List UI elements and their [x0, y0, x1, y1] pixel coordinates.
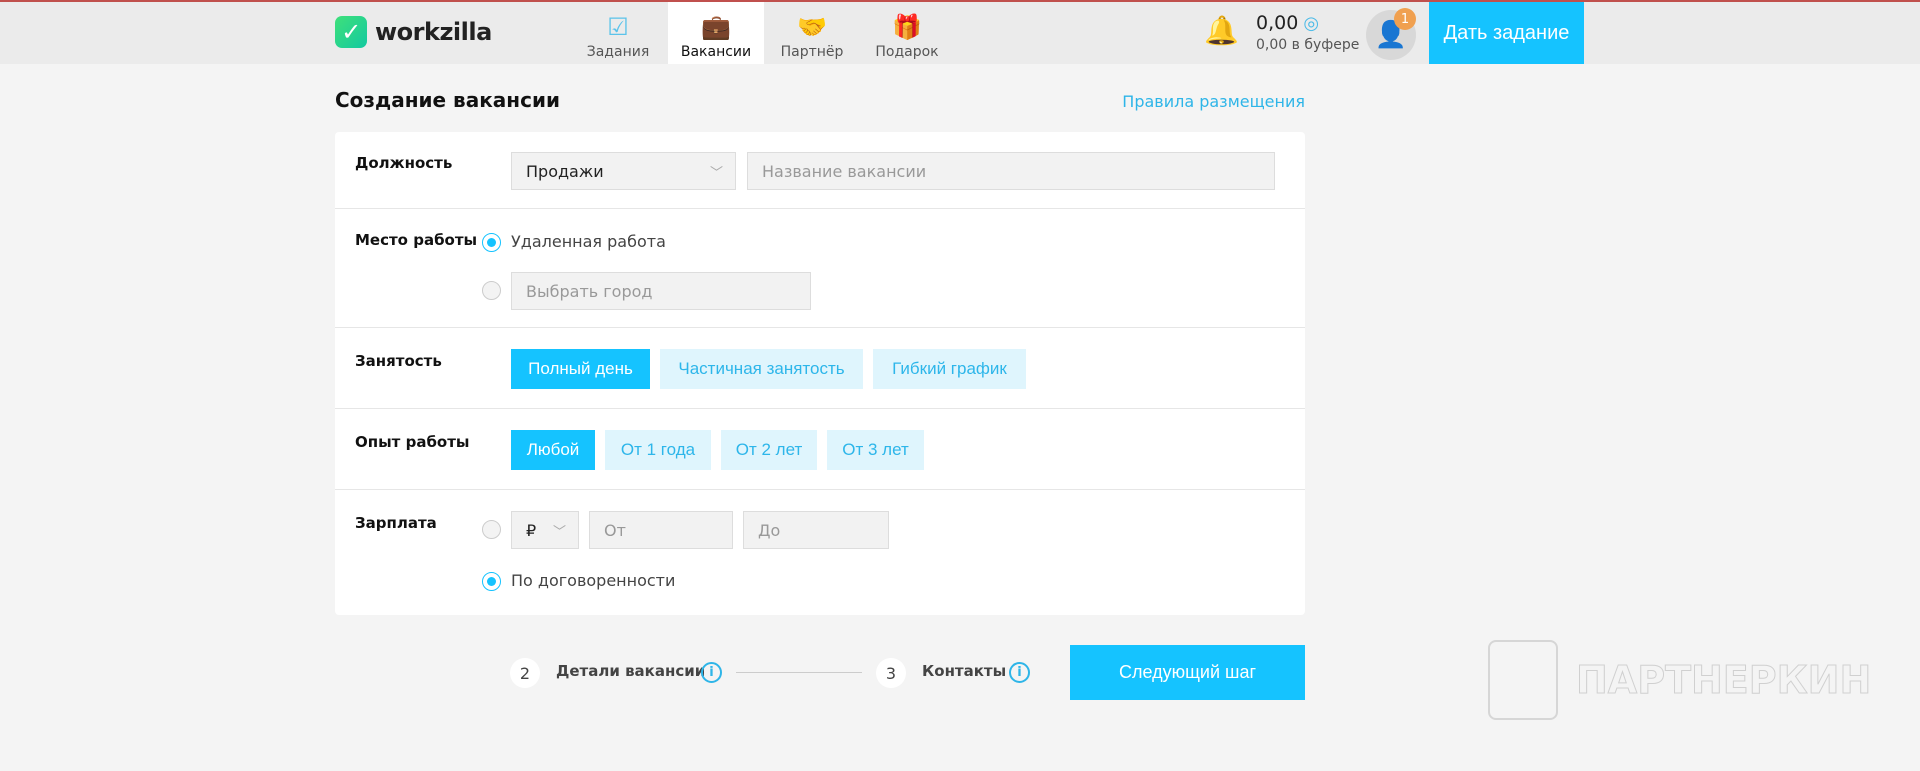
- salary-range-radio[interactable]: [482, 520, 501, 539]
- position-row: Должность Продажи ﹀ Название вакансии: [335, 132, 1305, 209]
- page-title: Создание вакансии: [335, 88, 560, 112]
- info-icon[interactable]: i: [1009, 662, 1030, 683]
- employment-full-day[interactable]: Полный день: [511, 349, 650, 389]
- experience-label: Опыт работы: [355, 433, 470, 451]
- salary-from-input[interactable]: От: [589, 511, 733, 549]
- logo[interactable]: ✓ workzilla: [335, 16, 492, 48]
- step-number: 3: [876, 658, 906, 688]
- vacancy-name-input[interactable]: Название вакансии: [747, 152, 1275, 190]
- step-label: Контакты: [922, 662, 1007, 680]
- coins-icon: ◎: [1303, 13, 1320, 34]
- chevron-down-icon: ﹀: [552, 524, 566, 540]
- step-label: Детали вакансии: [556, 662, 706, 680]
- location-row: Место работы Удаленная работа Выбрать го…: [335, 209, 1305, 328]
- city-input[interactable]: Выбрать город: [511, 272, 811, 310]
- salary-label: Зарплата: [355, 514, 437, 532]
- bell-icon[interactable]: 🔔: [1204, 14, 1239, 47]
- info-icon[interactable]: i: [701, 662, 722, 683]
- vacancy-form: Должность Продажи ﹀ Название вакансии Мес…: [335, 132, 1305, 615]
- city-radio[interactable]: [482, 281, 501, 300]
- gift-icon: 🎁: [892, 13, 922, 41]
- tab-vacancies[interactable]: 💼 Вакансии: [668, 2, 764, 64]
- remote-label: Удаленная работа: [511, 232, 666, 251]
- remote-radio[interactable]: [482, 233, 501, 252]
- experience-any[interactable]: Любой: [511, 430, 595, 470]
- checkbox-icon: ☑: [607, 13, 629, 41]
- give-task-button[interactable]: Дать задание: [1429, 2, 1584, 64]
- briefcase-icon: 💼: [701, 13, 731, 41]
- notification-badge: 1: [1394, 8, 1416, 30]
- rules-link[interactable]: Правила размещения: [1050, 92, 1305, 111]
- tab-tasks[interactable]: ☑ Задания: [578, 2, 658, 64]
- top-nav: ✓ workzilla ☑ Задания 💼 Вакансии 🤝 Партнёр 🎁…: [0, 0, 1920, 64]
- negotiable-label: По договоренности: [511, 571, 676, 590]
- position-label: Должность: [355, 154, 453, 172]
- salary-row: Зарплата ₽ ﹀ От До По договоренности: [335, 490, 1305, 615]
- employment-row: Занятость Полный день Частичная занятост…: [335, 328, 1305, 409]
- experience-2-years[interactable]: От 2 лет: [721, 430, 817, 470]
- experience-1-year[interactable]: От 1 года: [605, 430, 711, 470]
- employment-part-time[interactable]: Частичная занятость: [660, 349, 863, 389]
- step-number: 2: [510, 658, 540, 688]
- currency-select[interactable]: ₽ ﹀: [511, 511, 579, 549]
- next-step-button[interactable]: Следующий шаг: [1070, 645, 1305, 700]
- tab-gift[interactable]: 🎁 Подарок: [867, 2, 947, 64]
- employment-flexible[interactable]: Гибкий график: [873, 349, 1026, 389]
- category-select[interactable]: Продажи ﹀: [511, 152, 736, 190]
- watermark-logo-icon: [1488, 640, 1558, 720]
- logo-check-icon: ✓: [335, 16, 367, 48]
- step-divider: [736, 672, 862, 673]
- location-label: Место работы: [355, 231, 478, 249]
- experience-row: Опыт работы Любой От 1 года От 2 лет От …: [335, 409, 1305, 490]
- watermark: ПАРТНЕРКИН: [1488, 640, 1872, 720]
- salary-to-input[interactable]: До: [743, 511, 889, 549]
- handshake-icon: 🤝: [797, 13, 827, 41]
- experience-3-years[interactable]: От 3 лет: [827, 430, 924, 470]
- tab-partner[interactable]: 🤝 Партнёр: [772, 2, 852, 64]
- balance[interactable]: 0,00 ◎ 0,00 в буфере: [1256, 12, 1359, 53]
- negotiable-radio[interactable]: [482, 572, 501, 591]
- chevron-down-icon: ﹀: [709, 165, 723, 181]
- employment-label: Занятость: [355, 352, 442, 370]
